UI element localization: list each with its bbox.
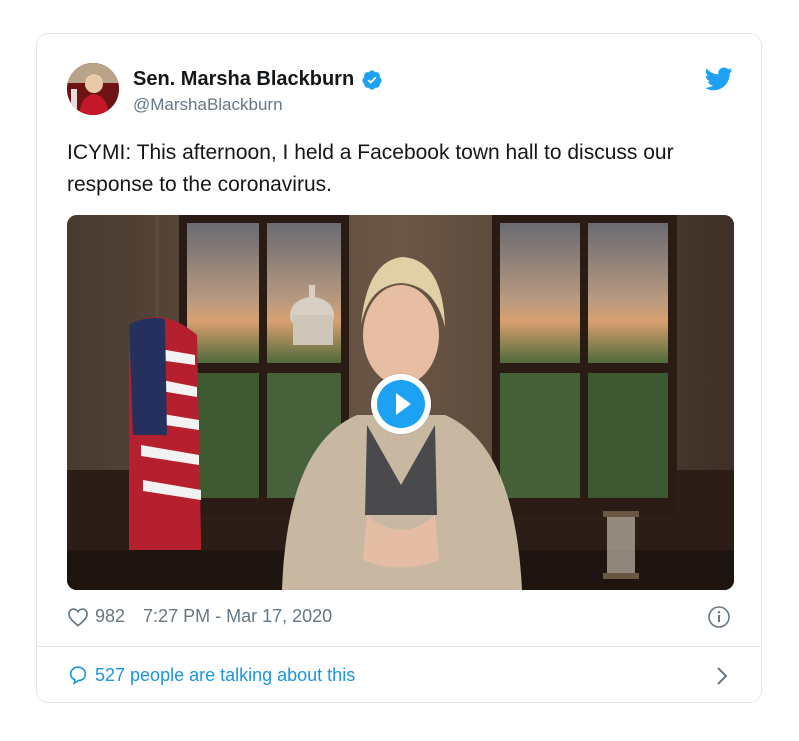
conversation-link[interactable]: 527 people are talking about this <box>67 664 355 686</box>
tweet-text: ICYMI: This afternoon, I held a Facebook… <box>67 141 674 196</box>
verified-badge-icon <box>361 69 383 91</box>
speech-bubble-icon <box>69 666 87 685</box>
twitter-bird-icon[interactable] <box>704 67 733 91</box>
author-handle[interactable]: @MarshaBlackburn <box>133 95 283 115</box>
timestamp[interactable]: 7:27 PM - Mar 17, 2020 <box>143 606 332 627</box>
conversation-count-label[interactable]: 527 people are talking about this <box>95 665 355 686</box>
author-name[interactable]: Sen. Marsha Blackburn <box>133 68 354 91</box>
info-icon[interactable] <box>707 605 731 629</box>
play-icon <box>377 380 425 428</box>
tweet-embed-card[interactable]: Sen. Marsha Blackburn @MarshaBlackburn I… <box>36 33 762 703</box>
heart-icon[interactable] <box>67 607 89 627</box>
play-button[interactable] <box>371 374 431 434</box>
divider <box>37 646 761 647</box>
like-count[interactable]: 982 <box>95 606 125 627</box>
avatar[interactable] <box>67 63 119 115</box>
chevron-right-icon[interactable] <box>715 665 729 687</box>
video-player[interactable] <box>67 215 734 590</box>
